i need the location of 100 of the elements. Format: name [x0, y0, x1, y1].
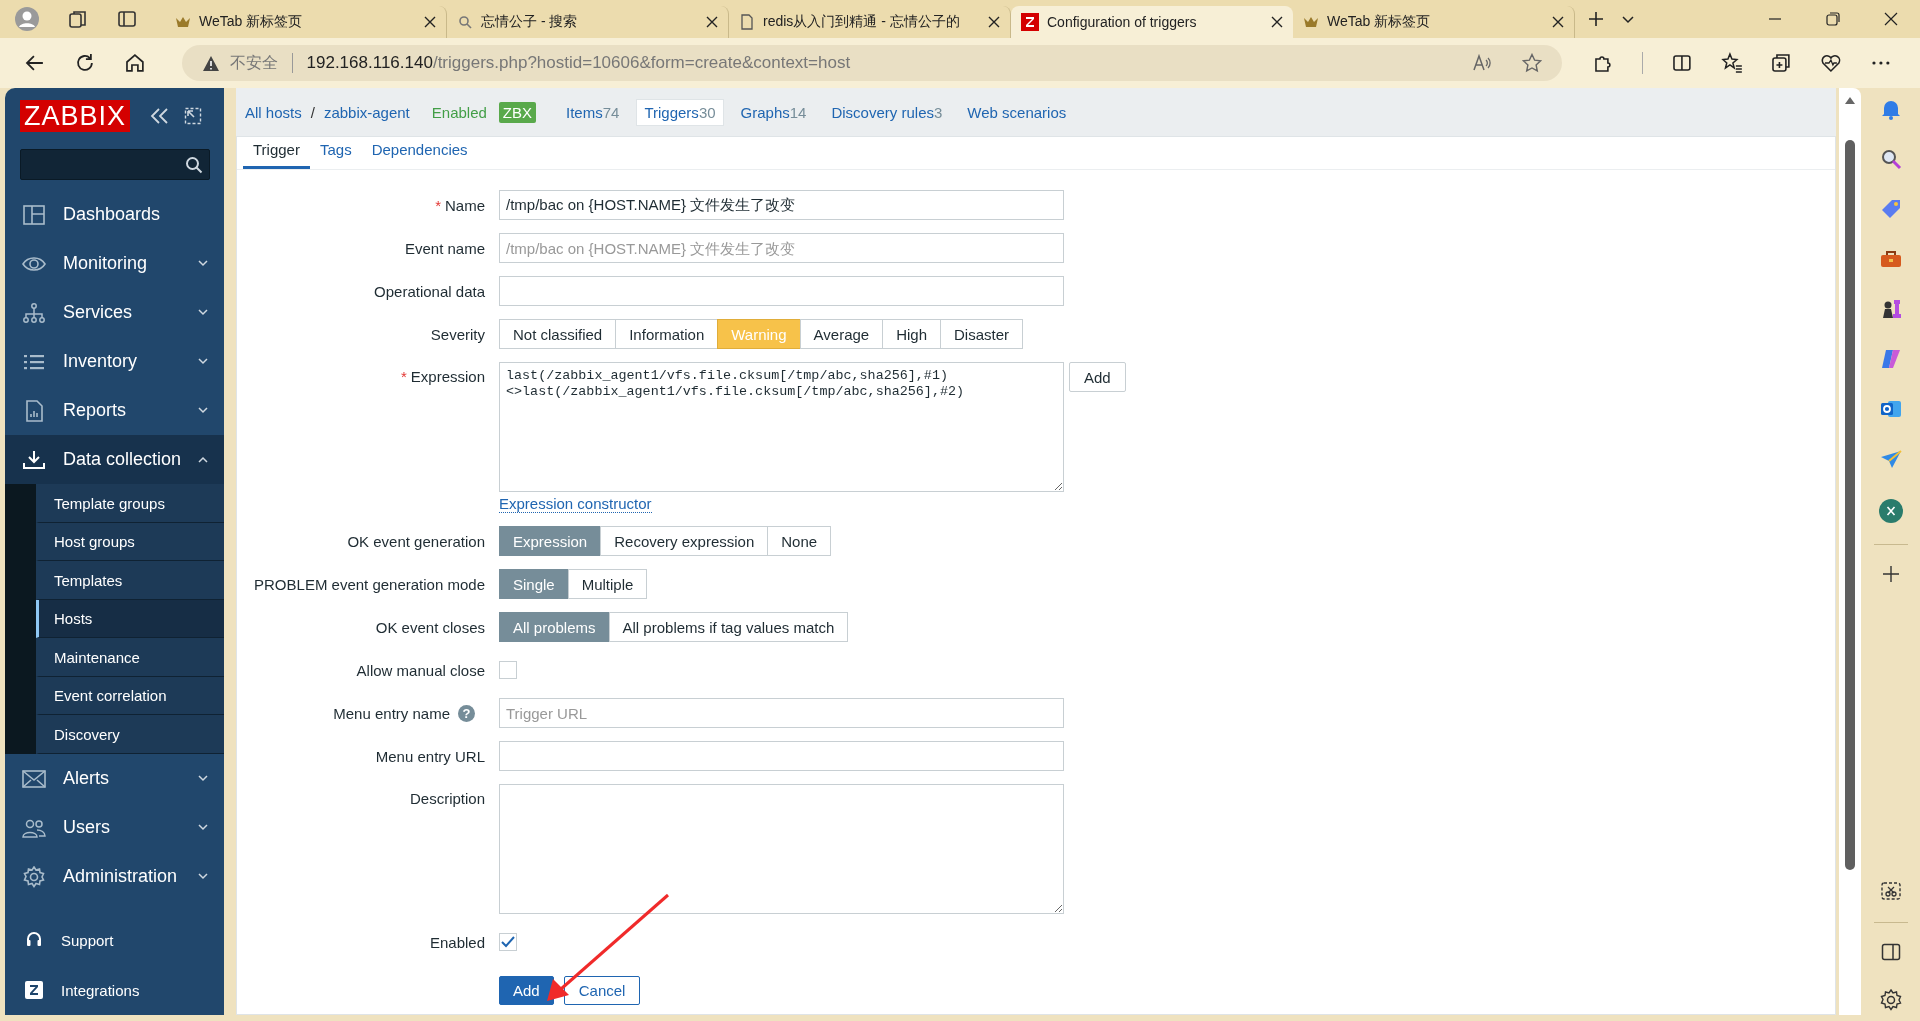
close-icon[interactable] — [1271, 16, 1283, 28]
home-icon[interactable] — [123, 52, 146, 74]
expression-field[interactable]: last(/zabbix_agent1/vfs.file.cksum[/tmp/abc,sha256],#1) <>last(/zabbix_agent1/vfs.file.cksum[/tmp/abc,sha256],#2) — [499, 362, 1064, 492]
chevron-down-icon — [198, 309, 208, 317]
field-label: Menu entry name — [333, 704, 450, 722]
search-field[interactable] — [20, 148, 210, 181]
favorites-icon[interactable] — [1720, 52, 1743, 74]
outlook-icon[interactable] — [1879, 398, 1902, 420]
menu-item[interactable]: Integrations — [5, 965, 224, 1015]
text-field[interactable] — [499, 741, 1064, 771]
read-aloud-icon[interactable] — [1471, 54, 1492, 72]
restore-icon[interactable] — [1826, 12, 1840, 26]
add-button[interactable]: Add — [1069, 362, 1126, 392]
chevron-down-icon — [198, 358, 208, 366]
search-icon[interactable] — [1879, 148, 1902, 170]
expression-constructor-link[interactable]: Expression constructor — [499, 495, 652, 513]
search-icon — [185, 155, 203, 174]
favorite-star-icon[interactable] — [1521, 53, 1542, 73]
segment-option[interactable]: Information — [615, 319, 719, 349]
copilot-icon[interactable] — [1879, 348, 1902, 370]
add-icon[interactable] — [1881, 565, 1900, 583]
field-label: Name — [445, 196, 485, 214]
host-nav-link[interactable]: Items74 — [558, 98, 628, 126]
host-nav-link[interactable]: Graphs14 — [732, 98, 815, 126]
submenu-item[interactable]: Templates — [36, 561, 224, 600]
submenu-item[interactable]: Event correlation — [36, 677, 224, 716]
menu-item[interactable]: Inventory — [5, 337, 224, 387]
segment-option[interactable]: Multiple — [567, 569, 648, 599]
host-nav-link[interactable]: Discovery rules3 — [823, 98, 951, 126]
submenu-item[interactable]: Hosts — [36, 600, 224, 639]
checkbox[interactable] — [499, 661, 517, 679]
breadcrumb-link[interactable]: All hosts — [245, 103, 302, 121]
field-label: Operational data — [374, 282, 485, 300]
sidebar-toggle-icon[interactable] — [1880, 943, 1901, 961]
close-icon[interactable] — [1552, 16, 1564, 28]
download-icon — [22, 448, 46, 471]
collapse-icon[interactable] — [150, 107, 171, 126]
add-button[interactable]: Add — [499, 976, 554, 1005]
submenu-item[interactable]: Discovery — [36, 715, 224, 754]
browser-tab[interactable]: Configuration of triggers — [1011, 6, 1293, 38]
text-field[interactable]: Trigger URL — [499, 698, 1064, 728]
checkbox[interactable] — [499, 933, 517, 951]
text-field[interactable]: /tmp/bac on {HOST.NAME} 文件发生了改变 — [499, 190, 1064, 220]
form-tab[interactable]: Dependencies — [361, 141, 478, 169]
submenu-item[interactable]: Maintenance — [36, 638, 224, 677]
segment-option[interactable]: All problems if tag values match — [608, 612, 849, 642]
address-bar[interactable]: 不安全 192.168.116.140/triggers.php?hostid=10606&form=create&context=host — [181, 45, 1562, 81]
close-icon[interactable] — [988, 16, 1000, 28]
submenu-item[interactable]: Template groups — [36, 484, 224, 523]
collections-icon[interactable] — [67, 8, 89, 30]
host-nav-link[interactable]: Web scenarios — [959, 98, 1075, 126]
url-text: 192.168.116.140/triggers.php?hostid=10606&form=create&context=host — [306, 53, 851, 73]
collections-icon[interactable] — [1770, 52, 1793, 74]
segment-option[interactable]: Average — [799, 319, 884, 349]
breadcrumb-link[interactable]: zabbix-agent — [323, 103, 410, 121]
text-field[interactable] — [499, 276, 1064, 306]
segment-option[interactable]: Not classified — [499, 319, 617, 349]
close-icon[interactable] — [706, 16, 718, 28]
screenshot-icon[interactable] — [1879, 880, 1902, 902]
settings-icon[interactable] — [1879, 989, 1902, 1011]
menu-item[interactable]: Alerts — [5, 754, 224, 803]
menu-item[interactable]: Services — [5, 288, 224, 338]
segment-option[interactable]: None — [767, 526, 832, 556]
menu-item[interactable]: Monitoring — [5, 239, 224, 289]
menu-item[interactable]: Administration — [5, 852, 224, 902]
tab-actions-icon[interactable] — [116, 8, 138, 30]
cancel-button[interactable]: Cancel — [563, 976, 641, 1005]
menu-item[interactable]: Reports — [5, 386, 224, 436]
segment-option[interactable]: High — [882, 319, 942, 349]
zabbix-logo[interactable]: ZABBIX — [20, 100, 131, 133]
host-nav-link[interactable]: Triggers30 — [636, 98, 724, 126]
menu-item[interactable]: Support — [5, 915, 224, 966]
text-field[interactable]: /tmp/bac on {HOST.NAME} 文件发生了改变 — [499, 233, 1064, 263]
submenu-item[interactable]: Host groups — [36, 523, 224, 562]
menu-item[interactable]: Users — [5, 803, 224, 853]
z-logo-icon — [1021, 13, 1039, 31]
close-icon[interactable] — [1884, 12, 1898, 26]
form-tab[interactable]: Trigger — [243, 141, 310, 169]
toolbox-icon[interactable] — [1879, 248, 1902, 270]
scrollbar[interactable] — [1839, 88, 1861, 1015]
new-tab-icon[interactable] — [1587, 10, 1605, 28]
scroll-up-icon[interactable] — [1845, 96, 1855, 104]
description-field[interactable] — [499, 784, 1064, 914]
menu-item[interactable]: Dashboards — [5, 190, 224, 240]
menu-item[interactable]: Data collection — [5, 435, 224, 485]
breadcrumb-separator: / — [310, 103, 315, 121]
form-tab[interactable]: Tags — [309, 141, 362, 169]
field-label: Allow manual close — [356, 661, 485, 679]
kiosk-mode-icon[interactable] — [184, 107, 203, 126]
x-circle-icon[interactable] — [1877, 498, 1904, 524]
split-screen-icon[interactable] — [1670, 52, 1693, 74]
agent-badge: ZBX — [498, 101, 537, 123]
heart-pulse-icon[interactable] — [1820, 52, 1843, 74]
paper-plane-icon[interactable] — [1879, 448, 1902, 470]
close-icon[interactable] — [424, 16, 436, 28]
required-mark: * — [435, 196, 441, 214]
segment-option[interactable]: Recovery expression — [600, 526, 769, 556]
segment-option[interactable]: Disaster — [940, 319, 1024, 349]
field-label: Description — [409, 790, 485, 807]
profile-icon[interactable] — [14, 6, 40, 32]
